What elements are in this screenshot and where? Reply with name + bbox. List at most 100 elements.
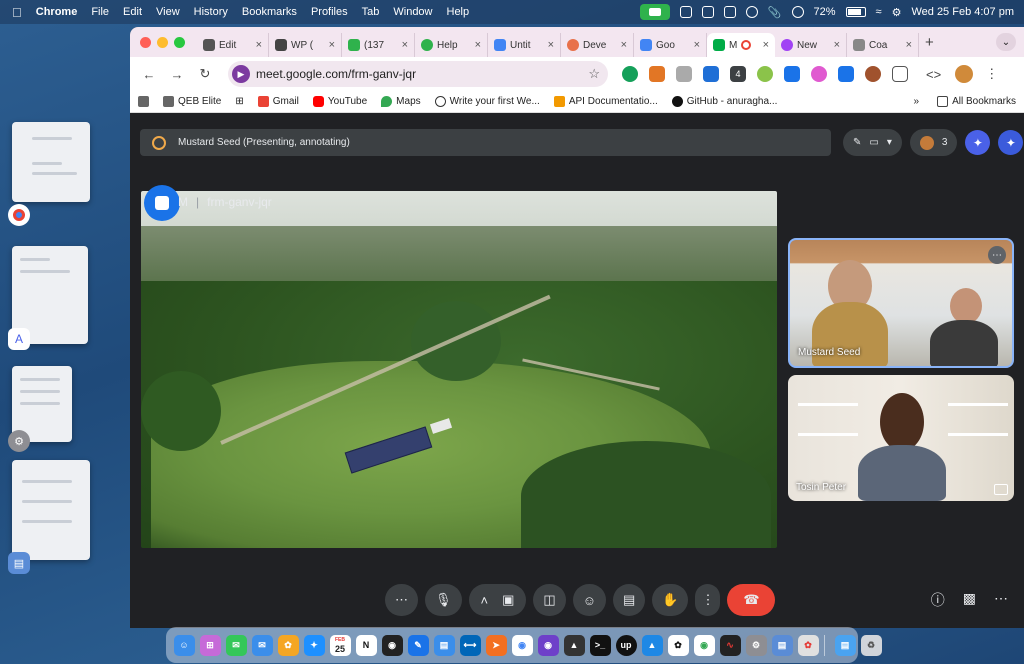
bookmark-folder[interactable] [138, 96, 149, 107]
preview-dock-icon[interactable]: ▤ [771, 634, 793, 656]
close-tab-icon[interactable]: × [256, 39, 262, 51]
calendar-icon[interactable]: FEB 25 [329, 634, 351, 656]
status-item-icon[interactable] [679, 6, 692, 18]
tab-0[interactable]: Edit × [197, 33, 269, 57]
apple-menu-icon[interactable]:  [12, 5, 22, 20]
menu-file[interactable]: File [91, 6, 109, 18]
files-icon[interactable]: ▤ [433, 634, 455, 656]
downloads-folder-icon[interactable]: ▤ [834, 634, 856, 656]
app-store-icon[interactable]: ▲ [641, 634, 663, 656]
menu-window[interactable]: Window [393, 6, 432, 18]
devtools-code-icon[interactable]: <> [926, 67, 941, 82]
cursor-app-icon[interactable]: ▲ [563, 634, 585, 656]
meeting-details-info-icon[interactable]: ⓘ [931, 590, 945, 610]
stage-group-settings[interactable]: ⚙ [8, 366, 72, 452]
menu-help[interactable]: Help [447, 6, 470, 18]
extension-icon[interactable] [703, 66, 719, 82]
extension-badge-icon[interactable]: 4 [730, 66, 746, 82]
url-text[interactable]: meet.google.com/frm-ganv-jqr [256, 67, 416, 81]
control-center-icon[interactable]: ⚙ [892, 6, 902, 19]
vscode-icon[interactable]: ⟷ [459, 634, 481, 656]
messages-icon[interactable]: ✉ [225, 634, 247, 656]
raise-hand-button[interactable]: ✋ [652, 584, 689, 616]
openai-icon[interactable] [745, 6, 758, 18]
menu-app-name[interactable]: Chrome [36, 6, 78, 18]
paperclip-icon[interactable]: 📎 [768, 6, 782, 19]
close-tab-icon[interactable]: × [834, 39, 840, 51]
close-tab-icon[interactable]: × [906, 39, 912, 51]
images-icon[interactable] [701, 6, 714, 18]
wifi-icon[interactable]: ≈ [876, 6, 882, 18]
emoji-reactions-button[interactable]: ☺ [572, 584, 606, 616]
system-settings-icon[interactable]: ⚙ [745, 634, 767, 656]
battery-icon[interactable] [845, 7, 866, 17]
more-reactions-button[interactable]: ⋯ [385, 584, 418, 616]
menu-history[interactable]: History [194, 6, 228, 18]
bookmark-gmail[interactable]: Gmail [257, 96, 299, 107]
download-icon[interactable] [838, 66, 854, 82]
close-tab-icon[interactable]: × [329, 39, 335, 51]
close-tab-icon[interactable]: × [763, 39, 769, 51]
bookmark-write-first[interactable]: Write your first We... [434, 96, 540, 107]
microphone-button[interactable]: 🎙 [425, 584, 462, 616]
close-tab-icon[interactable]: × [694, 39, 700, 51]
magic-wand-icon[interactable]: ✦ [965, 130, 991, 155]
tab-4[interactable]: Untit × [488, 33, 561, 57]
menu-edit[interactable]: Edit [123, 6, 142, 18]
gemini-sparkle-icon[interactable]: ✦ [998, 130, 1024, 155]
notion-icon[interactable] [723, 6, 736, 18]
finder-icon[interactable]: ☺ [173, 634, 195, 656]
camera-extension-icon[interactable] [676, 66, 692, 82]
extension-icon[interactable] [811, 66, 827, 82]
tab-search-chevron-icon[interactable]: ⌄ [996, 33, 1016, 51]
bookmark-qeb-elite[interactable]: QEB Elite [163, 96, 221, 107]
tab-google-meet-active[interactable]: M × [707, 33, 775, 57]
annotation-controls[interactable]: ✎ ▭ ▾ [843, 129, 902, 156]
notion-icon[interactable]: N [355, 634, 377, 656]
cookie-extension-icon[interactable] [865, 66, 881, 82]
back-button[interactable]: ← [138, 67, 160, 82]
chatgpt-icon[interactable]: ✿ [667, 634, 689, 656]
pencil-app-icon[interactable]: ✎ [407, 634, 429, 656]
stop-presenting-icon[interactable] [144, 185, 180, 221]
chrome-dock-icon[interactable]: ◉ [511, 634, 533, 656]
leave-call-button[interactable]: ☎ [727, 584, 776, 616]
tab-3[interactable]: Help × [415, 33, 488, 57]
meet-status-icon[interactable] [639, 4, 670, 20]
reload-button[interactable]: ↻ [194, 66, 216, 82]
tab-8[interactable]: New × [775, 33, 847, 57]
swift-playgrounds-icon[interactable]: ➤ [485, 634, 507, 656]
close-window-button[interactable] [140, 36, 151, 48]
minimize-window-button[interactable] [157, 36, 168, 48]
bookmark-maps[interactable]: Maps [381, 96, 421, 107]
app-dock-icon[interactable]: ✿ [797, 634, 819, 656]
address-bar[interactable]: ▶ meet.google.com/frm-ganv-jqr ☆ [228, 61, 608, 87]
close-tab-icon[interactable]: × [621, 39, 627, 51]
upwork-icon[interactable]: up [615, 634, 637, 656]
close-tab-icon[interactable]: × [475, 39, 481, 51]
trash-icon[interactable]: ♻ [860, 634, 882, 656]
participant-tile-mustard-seed[interactable]: ⋯ Mustard Seed [788, 238, 1014, 368]
tab-2[interactable]: (137 × [342, 33, 415, 57]
tab-9[interactable]: Coa × [847, 33, 919, 57]
more-options-button[interactable]: ⋮ [695, 584, 721, 616]
close-tab-icon[interactable]: × [548, 39, 554, 51]
google-maps-dock-icon[interactable]: ◉ [693, 634, 715, 656]
close-tab-icon[interactable]: × [402, 39, 408, 51]
bookmark-youtube[interactable]: YouTube [312, 96, 367, 107]
all-bookmarks-button[interactable]: All Bookmarks [937, 96, 1016, 107]
bookmark-api-docs[interactable]: API Documentatio... [553, 96, 658, 107]
annotate-icon[interactable]: ✎ [853, 137, 861, 148]
menubar-clock[interactable]: Wed 25 Feb 4:07 pm [911, 6, 1014, 18]
stage-group-2[interactable]: A [8, 246, 88, 350]
photos-icon[interactable]: ✿ [277, 634, 299, 656]
github-desktop-icon[interactable]: ◉ [537, 634, 559, 656]
grammarly-extension-icon[interactable] [622, 66, 638, 82]
present-screen-button[interactable]: ◫ [533, 584, 566, 616]
forward-button[interactable]: → [166, 67, 188, 82]
tab-1[interactable]: WP (× [269, 33, 342, 57]
chevron-down-icon[interactable]: ▾ [887, 137, 892, 148]
profile-avatar[interactable] [955, 65, 974, 83]
picture-in-picture-icon[interactable] [994, 484, 1008, 495]
metamask-extension-icon[interactable] [649, 66, 665, 82]
